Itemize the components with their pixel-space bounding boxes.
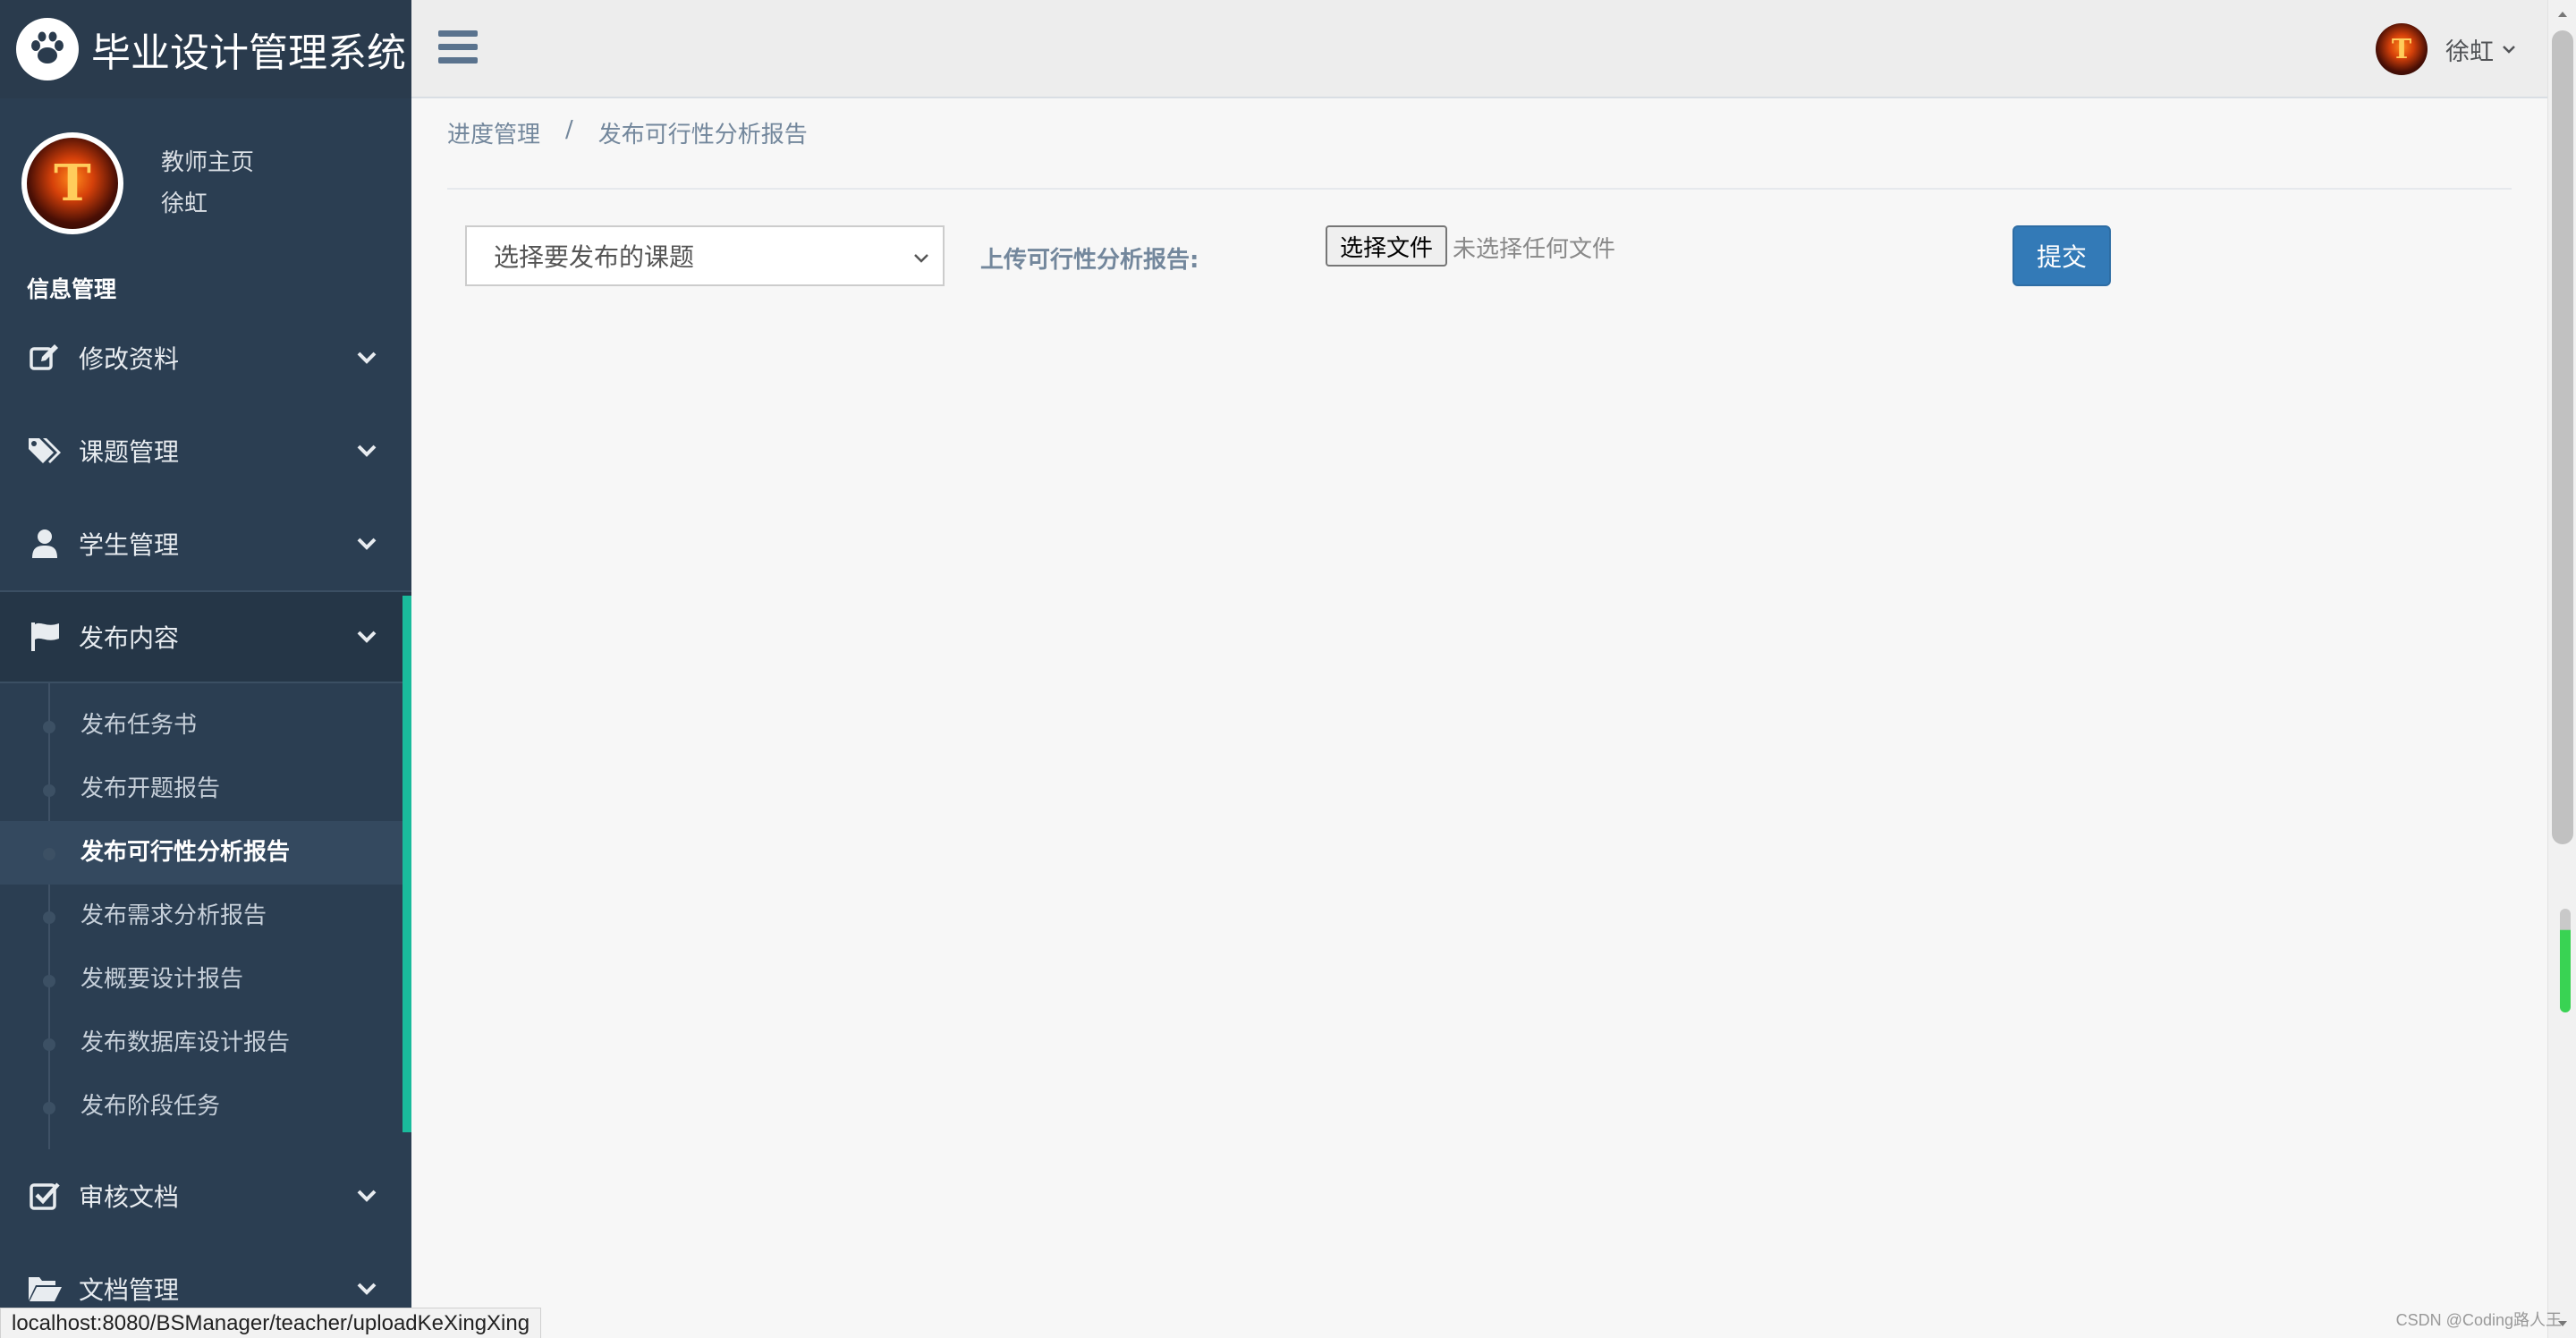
sidebar-item-edit-profile[interactable]: 修改资料 bbox=[0, 311, 411, 404]
submenu-publish-content: 发布任务书 发布开题报告 发布可行性分析报告 发布需求分析报告 发概要设计报告 … bbox=[0, 683, 411, 1149]
logo-bar: 毕业设计管理系统 bbox=[0, 0, 411, 98]
top-navbar: T 徐虹 bbox=[411, 0, 2547, 98]
watermark: CSDN @Coding路人王 bbox=[2395, 1311, 2562, 1329]
avatar: T bbox=[21, 132, 123, 234]
sidebar-item-label: 学生管理 bbox=[79, 530, 180, 560]
sidebar: 毕业设计管理系统 T 教师主页 徐虹 信息管理 修改资料 课题管理 学生管理 发… bbox=[0, 0, 411, 1338]
file-status: 未选择任何文件 bbox=[1453, 236, 1616, 263]
sidebar-item-label: 文档管理 bbox=[79, 1275, 180, 1305]
app-title[interactable]: 毕业设计管理系统 bbox=[91, 21, 406, 78]
section-label: 信息管理 bbox=[27, 276, 117, 302]
scroll-indicator bbox=[2560, 909, 2571, 1012]
avatar: T bbox=[2376, 23, 2428, 75]
chevron-down-icon bbox=[357, 445, 377, 457]
breadcrumb-parent[interactable]: 进度管理 bbox=[447, 116, 540, 149]
scroll-thumb[interactable] bbox=[2552, 30, 2573, 844]
sidebar-item-student-management[interactable]: 学生管理 bbox=[0, 497, 411, 590]
edit-icon bbox=[27, 340, 63, 376]
breadcrumb: 进度管理 / 发布可行性分析报告 bbox=[447, 116, 808, 149]
submenu-item[interactable]: 发布开题报告 bbox=[0, 758, 411, 821]
sidebar-item-label: 发布内容 bbox=[79, 623, 180, 653]
sidebar-item-review-documents[interactable]: 审核文档 bbox=[0, 1149, 411, 1242]
submenu-item[interactable]: 发布数据库设计报告 bbox=[0, 1012, 411, 1075]
submenu-item-current[interactable]: 发布可行性分析报告 bbox=[0, 821, 411, 885]
check-square-icon bbox=[27, 1178, 63, 1214]
submit-button[interactable]: 提交 bbox=[2012, 225, 2111, 286]
main-content: 进度管理 / 发布可行性分析报告 选择要发布的课题 上传可行性分析报告: 选择文… bbox=[411, 98, 2547, 1338]
paw-icon bbox=[16, 18, 79, 80]
user-dropdown[interactable]: T 徐虹 bbox=[2376, 23, 2519, 75]
submenu-item[interactable]: 发布阶段任务 bbox=[0, 1075, 411, 1139]
chevron-down-icon bbox=[357, 631, 377, 643]
tags-icon bbox=[27, 433, 63, 469]
submenu-item[interactable]: 发概要设计报告 bbox=[0, 948, 411, 1012]
chevron-down-icon bbox=[357, 538, 377, 550]
topic-select-value: 选择要发布的课题 bbox=[494, 242, 695, 272]
breadcrumb-current: 发布可行性分析报告 bbox=[597, 122, 808, 148]
user-name: 徐虹 bbox=[2445, 38, 2494, 66]
profile-name: 徐虹 bbox=[161, 191, 208, 217]
sidebar-item-label: 修改资料 bbox=[79, 344, 180, 374]
divider bbox=[447, 188, 2512, 190]
choose-file-button[interactable]: 选择文件 bbox=[1326, 225, 1447, 267]
chevron-down-icon bbox=[357, 1283, 377, 1295]
chevron-down-icon bbox=[357, 351, 377, 364]
chevron-down-icon bbox=[2503, 46, 2515, 54]
chevron-down-icon bbox=[914, 254, 928, 263]
scrollbar[interactable] bbox=[2547, 0, 2576, 1338]
breadcrumb-separator: / bbox=[565, 116, 573, 143]
status-bar-url: localhost:8080/BSManager/teacher/uploadK… bbox=[0, 1308, 542, 1338]
sidebar-item-publish-content[interactable]: 发布内容 bbox=[0, 590, 411, 683]
sidebar-item-topic-management[interactable]: 课题管理 bbox=[0, 404, 411, 497]
profile-role: 教师主页 bbox=[161, 149, 255, 176]
sidebar-item-label: 审核文档 bbox=[79, 1182, 180, 1212]
topic-select[interactable]: 选择要发布的课题 bbox=[465, 225, 945, 286]
user-icon bbox=[27, 526, 63, 562]
active-section-indicator bbox=[402, 596, 411, 1132]
menu-toggle-icon[interactable] bbox=[438, 30, 478, 66]
folder-open-icon bbox=[27, 1271, 63, 1307]
profile-panel: T 教师主页 徐虹 bbox=[0, 98, 411, 268]
chevron-down-icon bbox=[357, 1190, 377, 1202]
submenu-item[interactable]: 发布需求分析报告 bbox=[0, 885, 411, 948]
submenu-item[interactable]: 发布任务书 bbox=[0, 694, 411, 758]
scroll-up-icon[interactable] bbox=[2555, 7, 2570, 21]
flag-icon bbox=[27, 619, 63, 655]
sidebar-item-label: 课题管理 bbox=[79, 437, 180, 467]
upload-label: 上传可行性分析报告: bbox=[980, 247, 1199, 274]
